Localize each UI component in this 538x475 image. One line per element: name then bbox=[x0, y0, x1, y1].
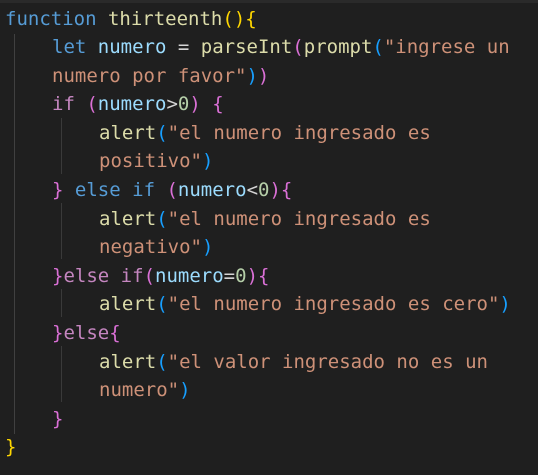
bracket: { bbox=[212, 93, 224, 115]
bracket: ( bbox=[156, 122, 168, 144]
indent-guide-level2-if bbox=[61, 118, 62, 174]
string-literal: numero por favor" bbox=[52, 65, 247, 87]
string-literal: "ingrese un bbox=[383, 36, 510, 58]
code-line[interactable]: } bbox=[52, 405, 63, 433]
bracket: } bbox=[52, 179, 64, 201]
bracket: ) bbox=[201, 236, 214, 258]
bracket: ( bbox=[292, 36, 304, 58]
code-line[interactable]: alert("el numero ingresado es bbox=[99, 119, 431, 147]
code-line[interactable]: negativo") bbox=[99, 233, 213, 261]
bracket: { bbox=[109, 322, 121, 344]
indent-guide-level2-else bbox=[61, 346, 62, 402]
string-literal: "el valor ingresado no es un bbox=[167, 351, 488, 373]
bracket: } bbox=[52, 322, 64, 344]
variable: numero bbox=[177, 179, 247, 201]
code-line[interactable]: numero por favor")) bbox=[52, 62, 269, 90]
indent-guide-level1 bbox=[14, 34, 15, 434]
function-call: alert bbox=[99, 122, 157, 144]
bracket: ( bbox=[372, 36, 384, 58]
operator: = bbox=[177, 36, 190, 58]
code-line[interactable]: } bbox=[5, 433, 16, 461]
string-literal: "el numero ingresado es bbox=[167, 208, 431, 230]
indent-guide-level2-elseif bbox=[61, 203, 62, 259]
string-literal: numero" bbox=[99, 379, 180, 401]
code-line[interactable]: positivo") bbox=[99, 147, 213, 175]
keyword-if: if bbox=[132, 179, 156, 201]
bracket: { bbox=[258, 265, 270, 287]
bracket: ) bbox=[269, 179, 281, 201]
variable: numero bbox=[97, 36, 167, 58]
keyword-function: function bbox=[5, 8, 97, 30]
indent-guide-level2-elseif2 bbox=[61, 289, 62, 317]
bracket: ( bbox=[143, 265, 156, 287]
bracket: ) bbox=[201, 150, 214, 172]
keyword-let: let bbox=[52, 36, 87, 58]
keyword-else: else bbox=[63, 265, 110, 287]
variable: numero bbox=[97, 93, 167, 115]
code-line[interactable]: alert("el valor ingresado no es un bbox=[99, 348, 488, 376]
keyword-else: else bbox=[63, 322, 110, 344]
code-line[interactable]: if (numero>0) { bbox=[52, 90, 224, 118]
bracket: ) bbox=[246, 65, 258, 87]
code-line[interactable]: } else if (numero<0){ bbox=[52, 176, 292, 204]
number-literal: 0 bbox=[177, 93, 190, 115]
keyword-if: if bbox=[120, 265, 144, 287]
string-literal: "el numero ingresado es bbox=[167, 122, 431, 144]
code-line[interactable]: let numero = parseInt(prompt("ingrese un bbox=[52, 33, 510, 61]
bracket: } bbox=[52, 408, 64, 430]
bracket: ) bbox=[499, 293, 511, 315]
code-line[interactable]: alert("el numero ingresado es cero") bbox=[99, 290, 511, 318]
function-call: alert bbox=[99, 351, 157, 373]
editor-top-edge bbox=[0, 0, 538, 3]
bracket: ) bbox=[233, 8, 246, 30]
bracket: ( bbox=[166, 179, 178, 201]
bracket: } bbox=[5, 436, 17, 458]
bracket: { bbox=[280, 179, 293, 201]
function-call: prompt bbox=[303, 36, 373, 58]
function-name: thirteenth bbox=[107, 8, 223, 30]
bracket: { bbox=[245, 8, 257, 30]
string-literal: positivo" bbox=[99, 150, 202, 172]
function-call: alert bbox=[99, 293, 157, 315]
code-line[interactable]: alert("el numero ingresado es bbox=[99, 205, 431, 233]
code-editor[interactable]: function thirteenth(){ let numero = pars… bbox=[0, 0, 538, 475]
operator: < bbox=[246, 179, 259, 201]
bracket: ( bbox=[156, 351, 168, 373]
string-literal: negativo" bbox=[99, 236, 202, 258]
code-line[interactable]: numero") bbox=[99, 376, 191, 404]
bracket: ) bbox=[257, 65, 270, 87]
bracket: ( bbox=[86, 93, 98, 115]
bracket: } bbox=[52, 265, 64, 287]
variable: numero bbox=[155, 265, 224, 287]
code-line[interactable]: }else{ bbox=[52, 319, 121, 347]
keyword-if: if bbox=[52, 93, 75, 115]
code-line[interactable]: }else if(numero=0){ bbox=[52, 262, 269, 290]
bracket: ( bbox=[156, 293, 168, 315]
number-literal: 0 bbox=[235, 265, 247, 287]
bracket: ) bbox=[179, 379, 191, 401]
keyword-else: else bbox=[74, 179, 121, 201]
operator: = bbox=[223, 265, 236, 287]
bracket: ( bbox=[156, 208, 168, 230]
bracket: ) bbox=[246, 265, 259, 287]
operator: > bbox=[166, 93, 178, 115]
function-call: alert bbox=[99, 208, 157, 230]
bracket: ) bbox=[189, 93, 201, 115]
function-call: parseInt bbox=[200, 36, 293, 58]
code-line[interactable]: function thirteenth(){ bbox=[5, 5, 257, 33]
string-literal: "el numero ingresado es cero" bbox=[167, 293, 500, 315]
number-literal: 0 bbox=[258, 179, 270, 201]
bracket: ( bbox=[222, 8, 234, 30]
